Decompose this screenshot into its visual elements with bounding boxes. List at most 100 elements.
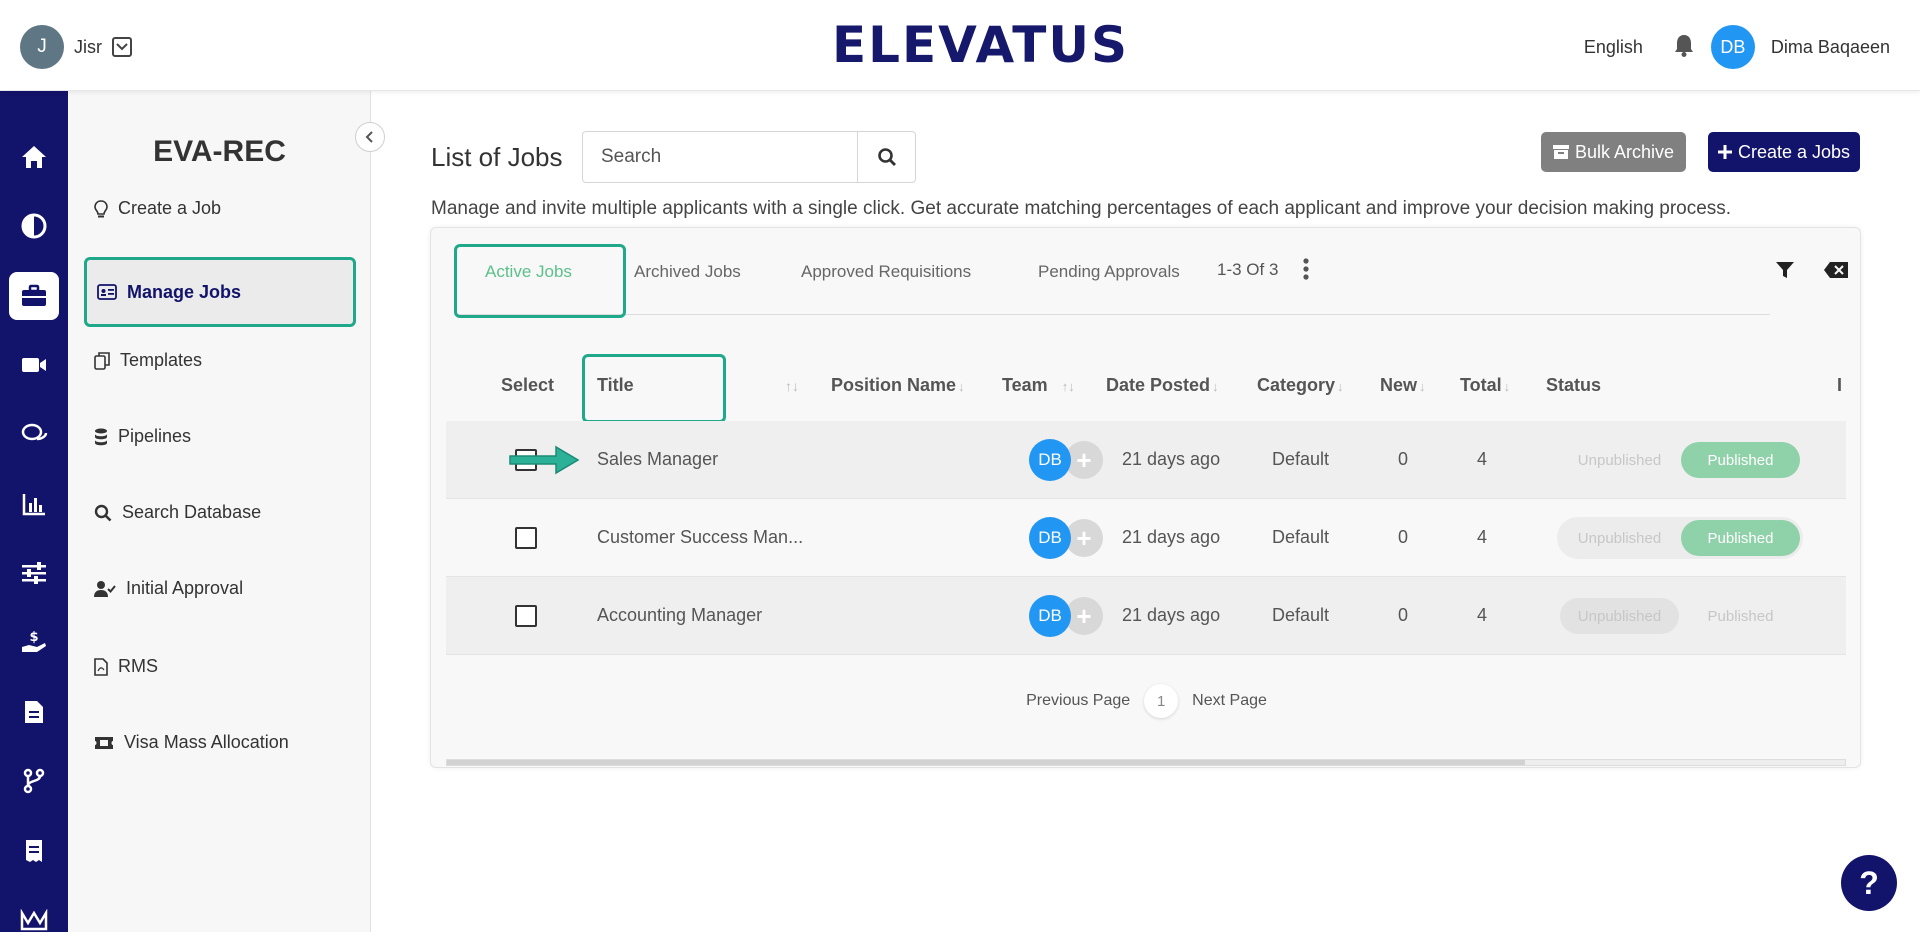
status-toggle[interactable]: Unpublished Published <box>1557 439 1803 481</box>
search-input[interactable] <box>583 132 857 182</box>
total-count: 4 <box>1477 527 1488 547</box>
page-description: Manage and invite multiple applicants wi… <box>431 198 1732 219</box>
job-title[interactable]: Sales Manager <box>597 449 718 470</box>
clear-filter-icon[interactable] <box>1824 262 1848 283</box>
bar-chart-icon[interactable] <box>9 480 59 528</box>
briefcase-icon[interactable] <box>9 272 59 320</box>
search-icon <box>94 504 112 521</box>
date-posted: 21 days ago <box>1122 449 1221 469</box>
chevron-left-icon <box>365 131 373 143</box>
svg-text:$: $ <box>29 630 38 645</box>
status-unpublished[interactable]: Unpublished <box>1560 520 1679 556</box>
top-header: J Jisr ELEVATUS English DB Dima Baqaeen <box>0 0 1920 91</box>
icon-rail: $ <box>0 91 68 932</box>
team-avatars[interactable]: DB + <box>1029 595 1107 637</box>
table-row[interactable]: Customer Success Man... DB + 21 days ago… <box>446 499 1846 577</box>
language-switch[interactable]: English <box>1584 37 1643 58</box>
column-header-new[interactable]: New ↓ <box>1380 375 1426 396</box>
sidebar-item-create-a-job[interactable]: Create a Job <box>94 198 221 219</box>
elevatus-logo[interactable]: ELEVATUS <box>832 18 1129 72</box>
page-number[interactable]: 1 <box>1144 684 1179 718</box>
help-button[interactable]: ? <box>1841 855 1897 911</box>
hand-dollar-icon[interactable]: $ <box>9 618 59 666</box>
column-header-category[interactable]: Category ↓ <box>1257 375 1344 396</box>
page-title: List of Jobs <box>431 142 563 172</box>
user-name[interactable]: Dima Baqaeen <box>1771 37 1890 58</box>
id-card-icon <box>97 284 117 300</box>
status-published[interactable]: Published <box>1681 598 1800 634</box>
status-toggle[interactable]: Unpublished Published <box>1557 517 1803 559</box>
job-title[interactable]: Accounting Manager <box>597 605 762 626</box>
account-avatar: J <box>20 25 64 69</box>
row-checkbox[interactable] <box>515 605 537 627</box>
user-avatar[interactable]: DB <box>1710 25 1755 69</box>
ticket-icon <box>95 736 113 749</box>
lightbulb-icon <box>94 199 108 217</box>
column-header-position-name[interactable]: Position Name ↓ <box>831 375 965 396</box>
table-row[interactable]: Accounting Manager DB + 21 days ago Defa… <box>446 577 1846 655</box>
sidebar-item-pipelines[interactable]: Pipelines <box>94 426 191 447</box>
team-avatars[interactable]: DB + <box>1029 439 1107 481</box>
sidebar-item-visa-mass-allocation[interactable]: Visa Mass Allocation <box>94 732 289 753</box>
team-member-avatar: DB <box>1029 517 1071 559</box>
more-options-icon[interactable] <box>1303 258 1309 285</box>
sidebar-item-label: Visa Mass Allocation <box>124 732 289 752</box>
previous-page-link[interactable]: Previous Page <box>1026 692 1130 710</box>
tab-pending-approvals[interactable]: Pending Approvals <box>1038 262 1180 282</box>
sliders-icon[interactable] <box>9 549 59 597</box>
tab-active-jobs[interactable]: Active Jobs <box>485 262 572 282</box>
category: Default <box>1272 605 1330 625</box>
chat-icon[interactable] <box>9 410 59 458</box>
team-member-avatar: DB <box>1029 439 1071 481</box>
filter-icon[interactable] <box>1776 261 1794 284</box>
sort-icon[interactable]: ↑↓ <box>785 378 799 394</box>
sidebar-item-initial-approval[interactable]: Initial Approval <box>94 578 243 599</box>
status-unpublished[interactable]: Unpublished <box>1560 442 1679 478</box>
sidebar-item-search-database[interactable]: Search Database <box>94 502 261 523</box>
sidebar-item-label: Templates <box>120 350 203 370</box>
new-count: 0 <box>1398 605 1409 625</box>
column-header-title[interactable]: Title <box>597 375 634 396</box>
bulk-archive-button[interactable]: Bulk Archive <box>1541 132 1686 172</box>
status-unpublished[interactable]: Unpublished <box>1560 598 1679 634</box>
status-toggle[interactable]: Unpublished Published <box>1557 595 1803 637</box>
column-header-truncated: I <box>1837 375 1843 395</box>
next-page-link[interactable]: Next Page <box>1192 692 1267 710</box>
job-title[interactable]: Customer Success Man... <box>597 527 803 548</box>
document-icon[interactable] <box>9 688 59 736</box>
header-actions: English DB Dima Baqaeen <box>1584 25 1890 69</box>
sidebar-item-rms[interactable]: RMS <box>94 656 158 677</box>
create-job-button[interactable]: Create a Jobs <box>1708 132 1860 172</box>
sidebar-item-templates[interactable]: Templates <box>94 350 202 371</box>
bell-icon[interactable] <box>1673 33 1695 62</box>
crown-icon[interactable] <box>9 896 59 944</box>
account-switcher[interactable]: J Jisr <box>20 25 132 69</box>
tab-approved-requisitions[interactable]: Approved Requisitions <box>801 262 971 282</box>
half-circle-icon[interactable] <box>9 202 59 250</box>
status-published[interactable]: Published <box>1681 442 1800 478</box>
pagination: Previous Page 1 Next Page <box>431 684 1860 718</box>
column-header-total[interactable]: Total ↓ <box>1460 375 1510 396</box>
branch-icon[interactable] <box>9 757 59 805</box>
search-button[interactable] <box>857 132 915 182</box>
chevron-down-icon[interactable] <box>112 37 132 57</box>
collapse-sidebar-button[interactable] <box>355 122 385 152</box>
home-icon[interactable] <box>9 133 59 181</box>
horizontal-scrollbar[interactable] <box>446 759 1846 766</box>
team-avatars[interactable]: DB + <box>1029 517 1107 559</box>
column-header-team[interactable]: Team ↑↓ <box>1002 375 1075 396</box>
pdf-file-icon <box>94 657 108 676</box>
receipt-icon[interactable] <box>9 827 59 875</box>
sidebar-item-label: RMS <box>118 656 158 676</box>
new-count: 0 <box>1398 449 1409 469</box>
row-checkbox[interactable] <box>515 527 537 549</box>
tab-archived-jobs[interactable]: Archived Jobs <box>634 262 741 282</box>
status-published[interactable]: Published <box>1681 520 1800 556</box>
video-icon[interactable] <box>9 341 59 389</box>
sidebar-item-label: Create a Job <box>118 198 222 218</box>
sidebar-item-manage-jobs[interactable]: Manage Jobs <box>84 257 356 327</box>
table-row[interactable]: Sales Manager DB + 21 days ago Default 0… <box>446 421 1846 499</box>
column-header-date-posted[interactable]: Date Posted ↓ <box>1106 375 1219 396</box>
category: Default <box>1272 449 1330 469</box>
scrollbar-thumb[interactable] <box>447 760 1525 765</box>
